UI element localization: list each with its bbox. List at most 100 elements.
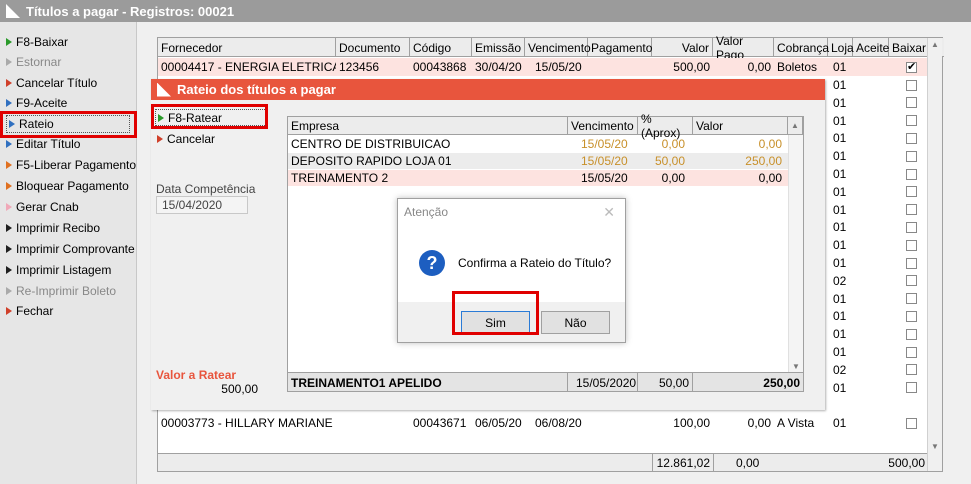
- baixar-checkbox[interactable]: [906, 79, 917, 91]
- triangle-icon: [6, 79, 12, 87]
- col-pagamento[interactable]: Pagamento: [588, 38, 652, 57]
- baixar-checkbox[interactable]: [906, 239, 917, 251]
- loja-cell: 01: [833, 327, 847, 342]
- grid-footer: 12.861,02 0,00 500,00: [158, 453, 928, 472]
- total-valor: 12.861,02: [652, 454, 713, 472]
- triangle-icon: [6, 140, 12, 148]
- sidebar: F8-Baixar Estornar Cancelar Título F9-Ac…: [0, 22, 137, 484]
- highlight-ratear: [151, 104, 268, 129]
- loja-cell: 01: [833, 149, 847, 164]
- col-valor[interactable]: Valor: [652, 38, 713, 57]
- col-aceite[interactable]: Aceite: [853, 38, 889, 57]
- baixar-cell: [889, 201, 928, 219]
- baixar-checkbox[interactable]: [906, 115, 917, 127]
- baixar-checkbox[interactable]: [906, 168, 917, 180]
- baixar-checkbox[interactable]: [906, 364, 917, 376]
- cancelar-button[interactable]: Cancelar: [157, 130, 215, 147]
- sidebar-item-imprimir-comprovante[interactable]: Imprimir Comprovante: [6, 240, 135, 258]
- col-percent[interactable]: % (Aprox): [638, 112, 693, 140]
- triangle-icon: [6, 182, 12, 190]
- col-fornecedor[interactable]: Fornecedor: [158, 38, 336, 57]
- table-row[interactable]: 00003773 - HILLARY MARIANE LAP 00043671 …: [158, 414, 928, 432]
- table-row[interactable]: 00004417 - ENERGIA ELETRICA 123456 00043…: [158, 58, 928, 76]
- no-button[interactable]: Não: [541, 311, 610, 334]
- col-vencimento[interactable]: Vencimento: [525, 38, 591, 57]
- triangle-icon: [6, 99, 12, 107]
- baixar-checkbox[interactable]: [906, 150, 917, 162]
- baixar-cell: [889, 272, 928, 290]
- valor-ratear-label: Valor a Ratear: [156, 368, 237, 382]
- baixar-checkbox[interactable]: [906, 204, 917, 216]
- scroll-down-icon[interactable]: ▼: [792, 362, 800, 371]
- baixar-cell: [889, 112, 928, 130]
- total-baixar: 500,00: [889, 456, 925, 470]
- baixar-checkbox[interactable]: [906, 346, 917, 358]
- loja-cell: 01: [833, 78, 847, 92]
- competencia-label: Data Competência: [156, 182, 256, 196]
- scroll-down-icon[interactable]: ▼: [931, 442, 939, 451]
- col-documento[interactable]: Documento: [336, 38, 410, 57]
- close-icon[interactable]: ✕: [603, 204, 615, 221]
- valor-ratear-value: 500,00: [221, 382, 258, 396]
- baixar-cell: [889, 254, 928, 272]
- rateio-scrollbar[interactable]: ▼: [788, 135, 803, 373]
- baixar-cell: [889, 379, 928, 397]
- rateio-panel-title: Rateio dos títulos a pagar: [177, 82, 336, 97]
- col-valor-pago[interactable]: Valor Pago: [713, 34, 774, 62]
- baixar-cell: [889, 94, 928, 112]
- sidebar-item-aceite[interactable]: F9-Aceite: [6, 94, 67, 112]
- col-codigo[interactable]: Código: [410, 38, 472, 57]
- col-empresa[interactable]: Empresa: [288, 117, 568, 135]
- sidebar-item-baixar[interactable]: F8-Baixar: [6, 33, 68, 51]
- loja-cell: 01: [833, 380, 847, 395]
- col-vencimento[interactable]: Vencimento: [568, 117, 638, 135]
- baixar-checkbox[interactable]: [906, 186, 917, 198]
- baixar-checkbox[interactable]: [906, 293, 917, 305]
- table-row[interactable]: CENTRO DE DISTRIBUICAO 15/05/20 0,00 0,0…: [288, 136, 788, 152]
- sidebar-item-estornar[interactable]: Estornar: [6, 53, 61, 71]
- loja-cell: 01: [833, 167, 847, 181]
- baixar-cell: [889, 76, 928, 94]
- baixar-cell: [889, 165, 928, 183]
- question-icon: ?: [419, 250, 445, 276]
- sidebar-item-imprimir-recibo[interactable]: Imprimir Recibo: [6, 219, 100, 237]
- grid-scrollbar[interactable]: ▲ ▼: [927, 38, 942, 471]
- baixar-checkbox[interactable]: [906, 257, 917, 269]
- baixar-checkbox[interactable]: [906, 97, 917, 109]
- scroll-up-icon[interactable]: ▲: [931, 40, 939, 49]
- competencia-field[interactable]: 15/04/2020: [156, 196, 248, 214]
- loja-cell: 01: [833, 345, 847, 359]
- baixar-cell: [889, 183, 928, 201]
- baixar-checkbox[interactable]: [906, 60, 917, 73]
- col-cobranca[interactable]: Cobrança: [774, 38, 829, 57]
- triangle-icon: [6, 203, 12, 211]
- rateio-footer: TREINAMENTO1 APELIDO 15/05/2020 50,00 25…: [288, 372, 803, 392]
- baixar-checkbox[interactable]: [906, 310, 917, 322]
- sidebar-item-reimprimir-boleto[interactable]: Re-Imprimir Boleto: [6, 282, 116, 300]
- col-emissao[interactable]: Emissão: [472, 38, 525, 57]
- sidebar-item-bloquear-pagamento[interactable]: Bloquear Pagamento: [6, 177, 129, 195]
- sidebar-item-cancelar-titulo[interactable]: Cancelar Título: [6, 74, 97, 92]
- triangle-icon: [6, 307, 12, 315]
- sidebar-item-liberar-pagamento[interactable]: F5-Liberar Pagamento: [6, 156, 136, 174]
- table-row-selected[interactable]: TREINAMENTO 2 15/05/20 0,00 0,00: [288, 170, 788, 186]
- sidebar-item-imprimir-listagem[interactable]: Imprimir Listagem: [6, 261, 111, 279]
- table-row[interactable]: DEPOSITO RAPIDO LOJA 01 15/05/20 50,00 2…: [288, 153, 788, 169]
- col-valor[interactable]: Valor: [693, 117, 788, 135]
- baixar-checkbox[interactable]: [906, 275, 917, 287]
- baixar-checkbox[interactable]: [906, 417, 917, 429]
- baixar-checkbox[interactable]: [906, 382, 917, 394]
- loja-cell: 01: [833, 220, 847, 235]
- dialog-message: Confirma a Rateio do Título?: [458, 256, 612, 270]
- baixar-checkbox[interactable]: [906, 328, 917, 340]
- baixar-checkbox[interactable]: [906, 132, 917, 144]
- loja-cell: 01: [833, 202, 847, 217]
- sidebar-item-fechar[interactable]: Fechar: [6, 302, 53, 320]
- baixar-checkbox[interactable]: [906, 221, 917, 233]
- app-logo-icon: [6, 4, 20, 18]
- col-loja[interactable]: Loja: [828, 38, 854, 57]
- triangle-icon: [6, 266, 12, 274]
- sidebar-item-gerar-cnab[interactable]: Gerar Cnab: [6, 198, 79, 216]
- col-baixar[interactable]: Baixar: [889, 38, 928, 57]
- scroll-up-icon[interactable]: ▲: [788, 117, 803, 135]
